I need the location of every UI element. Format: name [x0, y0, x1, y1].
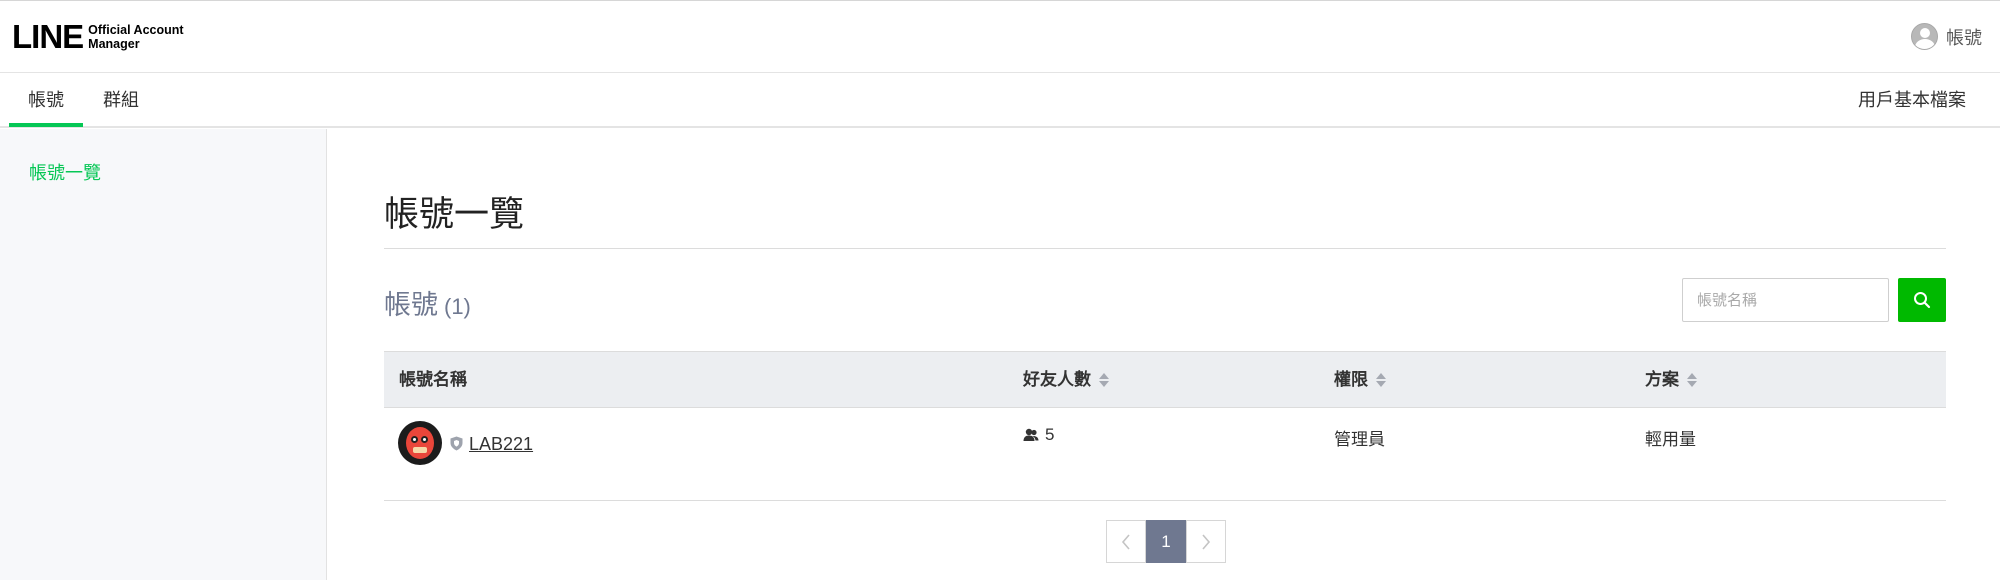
next-page-button[interactable]: [1186, 520, 1226, 563]
sidebar-item-account-list[interactable]: 帳號一覽: [29, 159, 101, 185]
tab-groups[interactable]: 群組: [84, 73, 158, 128]
friends-count: 5: [1045, 425, 1055, 444]
search-icon: [1914, 292, 1931, 309]
line-oa-logo[interactable]: LINE Official Account Manager: [12, 20, 184, 53]
chevron-right-icon: [1202, 533, 1211, 550]
previous-page-button[interactable]: [1106, 520, 1146, 563]
column-header-label: 帳號名稱: [399, 370, 467, 389]
column-header-plan[interactable]: 方案: [1645, 352, 1697, 407]
shield-icon: [450, 436, 463, 451]
column-header-account-name: 帳號名稱: [399, 352, 467, 407]
tab-accounts[interactable]: 帳號: [9, 73, 83, 127]
friends-icon: [1023, 428, 1039, 441]
accounts-table: 帳號名稱 好友人數 權限 方案 LAB221 5 管理員 輕用量: [384, 351, 1946, 501]
logo-subtitle: Official Account Manager: [88, 23, 183, 51]
account-name-link[interactable]: LAB221: [469, 434, 533, 455]
sort-icon[interactable]: [1099, 372, 1109, 387]
logo-subtitle-line2: Manager: [88, 36, 140, 51]
main-tab-bar: 帳號 群組 用戶基本檔案: [0, 73, 2000, 128]
user-avatar-icon: [1911, 23, 1938, 50]
logo-subtitle-line1: Official Account: [88, 22, 184, 37]
logo-line-text: LINE: [12, 18, 84, 55]
title-divider: [384, 248, 1946, 249]
account-menu[interactable]: 帳號: [1911, 23, 1982, 50]
friends-count-cell: 5: [1023, 425, 1054, 445]
column-header-label: 權限: [1334, 370, 1368, 389]
table-header: 帳號名稱 好友人數 權限 方案: [384, 351, 1946, 408]
page-title: 帳號一覽: [384, 195, 525, 234]
page-button-current[interactable]: 1: [1146, 520, 1186, 563]
account-search-input[interactable]: [1682, 278, 1889, 322]
permission-cell: 管理員: [1334, 430, 1385, 449]
chevron-left-icon: [1121, 533, 1130, 550]
section-title: 帳號: [384, 290, 438, 320]
section-count: (1): [444, 294, 471, 319]
column-header-permission[interactable]: 權限: [1334, 352, 1386, 407]
pagination: 1: [1106, 520, 1226, 563]
account-avatar[interactable]: [398, 421, 442, 465]
search-button[interactable]: [1898, 278, 1946, 322]
top-header: LINE Official Account Manager 帳號: [0, 0, 2000, 73]
sort-icon[interactable]: [1687, 372, 1697, 387]
table-row[interactable]: LAB221 5 管理員 輕用量: [384, 408, 1946, 501]
column-header-friends[interactable]: 好友人數: [1023, 352, 1109, 407]
plan-cell: 輕用量: [1645, 430, 1696, 449]
sidebar: 帳號一覽: [0, 129, 327, 580]
column-header-label: 方案: [1645, 370, 1679, 389]
section-header: 帳號 (1): [384, 283, 471, 322]
column-header-label: 好友人數: [1023, 370, 1091, 389]
account-menu-label: 帳號: [1946, 27, 1982, 48]
tab-user-profile[interactable]: 用戶基本檔案: [1858, 73, 1966, 128]
sort-icon[interactable]: [1376, 372, 1386, 387]
